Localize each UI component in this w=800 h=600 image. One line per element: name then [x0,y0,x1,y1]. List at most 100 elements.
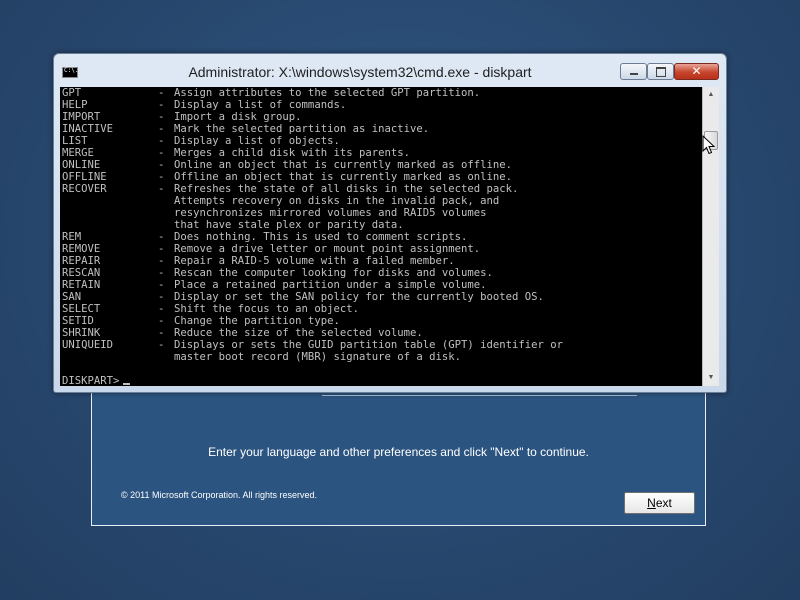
command-separator: - [158,315,165,327]
prompt-text: DISKPART> [62,375,120,386]
console-line: REM - Does nothing. This is used to commen… [62,231,563,243]
command-name: RETAIN [62,279,101,291]
command-description: Change the partition type. [174,315,340,327]
command-separator: - [158,291,165,303]
command-description: that have stale plex or parity data. [174,219,404,231]
command-description: Import a disk group. [174,111,302,123]
command-description: Shift the focus to an object. [174,303,359,315]
divider [322,395,637,396]
setup-instruction-text: Enter your language and other preference… [208,445,589,459]
console-line: GPT - Assign attributes to the selected GP… [62,87,563,99]
command-description: Repair a RAID-5 volume with a failed mem… [174,255,455,267]
command-description: Does nothing. This is used to comment sc… [174,231,468,243]
command-description: Mark the selected partition as inactive. [174,123,430,135]
console-line: UNIQUEID - Displays or sets the GUID parti… [62,339,563,351]
command-separator: - [158,183,165,195]
command-separator: - [158,267,165,279]
command-separator: - [158,123,165,135]
command-description: Online an object that is currently marke… [174,159,513,171]
cmd-window[interactable]: C:\. Administrator: X:\windows\system32\… [53,53,727,393]
console-line: SELECT - Shift the focus to an object. [62,303,563,315]
desktop-background: Enter your language and other preference… [0,0,800,600]
next-button[interactable]: Next [624,492,695,514]
command-name: UNIQUEID [62,339,114,351]
console-line: REPAIR - Repair a RAID-5 volume with a fai… [62,255,563,267]
command-separator: - [158,231,165,243]
command-name: ONLINE [62,159,101,171]
command-name: REMOVE [62,243,101,255]
console-line: INACTIVE - Mark the selected partition as … [62,123,563,135]
console-line: Attempts recovery on disks in the invali… [62,195,563,207]
command-name: SAN [62,291,82,303]
scroll-down-arrow-icon[interactable]: ▼ [703,370,719,386]
command-description: Remove a drive letter or mount point ass… [174,243,481,255]
command-separator: - [158,327,165,339]
minimize-icon [621,64,646,79]
command-separator: - [158,171,165,183]
command-description: Display a list of objects. [174,135,340,147]
console-line: RECOVER - Refreshes the state of all disks… [62,183,563,195]
command-description: resynchronizes mirrored volumes and RAID… [174,207,487,219]
command-description: Reduce the size of the selected volume. [174,327,423,339]
console-line: SETID - Change the partition type. [62,315,563,327]
console-text: GPT - Assign attributes to the selected GP… [62,87,563,386]
minimize-button[interactable] [620,63,647,80]
console-output[interactable]: GPT - Assign attributes to the selected GP… [60,87,702,386]
command-description: Attempts recovery on disks in the invali… [174,195,500,207]
copyright-text: © 2011 Microsoft Corporation. All rights… [121,490,318,500]
command-name: IMPORT [62,111,101,123]
command-description: Display or set the SAN policy for the cu… [174,291,544,303]
command-description: Place a retained partition under a simpl… [174,279,487,291]
command-separator: - [158,279,165,291]
close-button[interactable]: ✕ [674,63,719,80]
command-separator: - [158,147,165,159]
console-line: that have stale plex or parity data. [62,219,563,231]
console-line: SAN - Display or set the SAN policy for th… [62,291,563,303]
command-name: RECOVER [62,183,107,195]
command-name: MERGE [62,147,94,159]
command-description: master boot record (MBR) signature of a … [174,351,462,363]
console-line: master boot record (MBR) signature of a … [62,351,563,363]
command-name: GPT [62,87,82,99]
console-line: MERGE - Merges a child disk with its paren… [62,147,563,159]
console-line: OFFLINE - Offline an object that is curren… [62,171,563,183]
console-line: REMOVE - Remove a drive letter or mount po… [62,243,563,255]
command-name: OFFLINE [62,171,107,183]
command-separator: - [158,243,165,255]
console-line: RESCAN - Rescan the computer looking for d… [62,267,563,279]
title-bar[interactable]: C:\. Administrator: X:\windows\system32\… [54,54,726,86]
console-line: IMPORT - Import a disk group. [62,111,563,123]
command-name: HELP [62,99,88,111]
command-name: INACTIVE [62,123,114,135]
command-description: Refreshes the state of all disks in the … [174,183,519,195]
command-separator: - [158,111,165,123]
console-line: HELP - Display a list of commands. [62,99,563,111]
console-line: RETAIN - Place a retained partition under … [62,279,563,291]
scroll-up-arrow-icon[interactable]: ▲ [703,87,719,103]
command-description: Assign attributes to the selected GPT pa… [174,87,481,99]
command-separator: - [158,87,165,99]
console-line: resynchronizes mirrored volumes and RAID… [62,207,563,219]
diskpart-prompt[interactable]: DISKPART> [62,375,563,386]
maximize-icon [648,64,673,79]
command-description: Rescan the computer looking for disks an… [174,267,493,279]
command-description: Displays or sets the GUID partition tabl… [174,339,564,351]
close-icon: ✕ [691,64,702,78]
command-name: LIST [62,135,88,147]
command-name: SHRINK [62,327,101,339]
command-name: RESCAN [62,267,101,279]
command-name: SETID [62,315,94,327]
command-description: Offline an object that is currently mark… [174,171,513,183]
console-line: ONLINE - Online an object that is currentl… [62,159,563,171]
command-name: SELECT [62,303,101,315]
command-description: Merges a child disk with its parents. [174,147,410,159]
command-description: Display a list of commands. [174,99,347,111]
console-line: LIST - Display a list of objects. [62,135,563,147]
command-separator: - [158,99,165,111]
vertical-scrollbar[interactable]: ▲ ▼ [702,87,719,386]
command-separator: - [158,135,165,147]
console-line: SHRINK - Reduce the size of the selected v… [62,327,563,339]
command-separator: - [158,255,165,267]
command-separator: - [158,303,165,315]
maximize-button[interactable] [647,63,674,80]
